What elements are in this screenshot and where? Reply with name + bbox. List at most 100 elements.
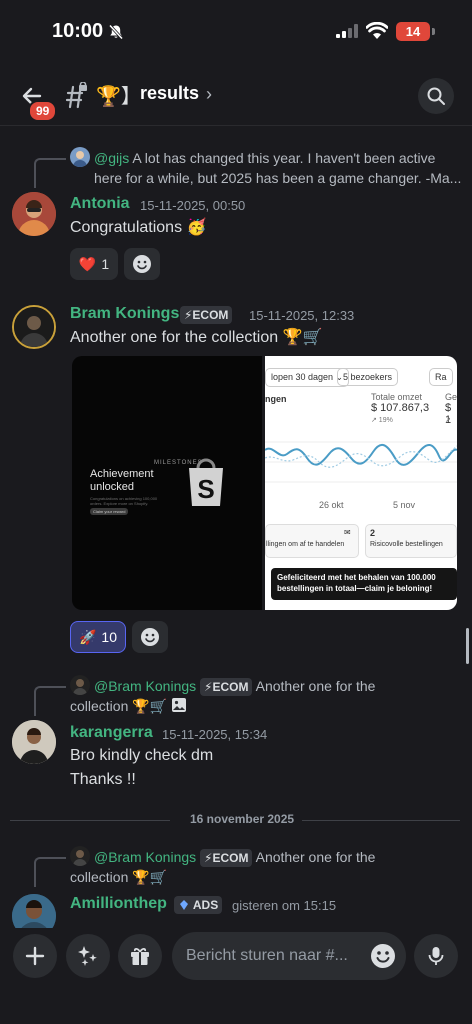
timestamp: 15-11-2025, 00:50: [140, 198, 246, 213]
attachment-button: Claim your reward: [90, 508, 129, 515]
diamond-icon: [180, 900, 188, 910]
reply-connector: [34, 686, 66, 716]
divider-line-left: [10, 820, 170, 821]
reply-preview[interactable]: @gijs A lot has changed this year. I hav…: [94, 148, 464, 188]
message-text: Another one for the collection 🏆🛒: [70, 329, 323, 346]
reply-connector: [34, 857, 66, 887]
chart-date-2: 5 nov: [393, 500, 416, 510]
timestamp: 15-11-2025, 15:34: [162, 727, 268, 742]
reply-preview[interactable]: @Bram Konings ⚡ECOM Another one for the: [94, 676, 464, 696]
username[interactable]: Amillionthep: [70, 895, 167, 913]
chevron-right-icon[interactable]: ›: [206, 84, 212, 105]
congrats-banner: Gefeliciteerd met het behalen van 100.00…: [271, 568, 457, 600]
metric2-delta: ↗: [445, 417, 451, 424]
timestamp: gisteren om 15:15: [232, 898, 337, 913]
message-input[interactable]: [186, 932, 358, 980]
reply-connector: [34, 158, 66, 188]
dashboard-section: ngen: [265, 394, 287, 404]
date-divider: 16 november 2025: [10, 812, 460, 828]
reply-snippet: Another one for the: [255, 849, 376, 865]
signal-icon: [336, 24, 358, 43]
reply-username: @gijs: [94, 150, 130, 166]
role-tag[interactable]: ⚡ECOM: [180, 306, 233, 324]
channel-header: 99 🏆】 results ›: [0, 70, 472, 126]
reaction-heart[interactable]: ❤️ 1: [70, 248, 118, 280]
divider-date: 16 november 2025: [190, 812, 295, 826]
metric2-label: Ge: [445, 392, 457, 402]
username[interactable]: Bram Konings: [70, 305, 179, 323]
composer: [0, 928, 472, 1024]
orders-text: llingen om af te handelen: [266, 541, 345, 548]
reply-preview-line2: collection 🏆🛒: [70, 696, 187, 716]
message-text: Congratulations 🥳: [70, 219, 207, 236]
gift-icon: [131, 947, 149, 965]
reply-preview[interactable]: @Bram Konings ⚡ECOM Another one for the: [94, 847, 464, 867]
reply-role-tag: ⚡ECOM: [200, 678, 253, 696]
avatar[interactable]: [12, 720, 56, 764]
inbox-icon: ✉: [344, 528, 351, 537]
message-feed[interactable]: @gijs A lot has changed this year. I hav…: [0, 128, 472, 928]
timestamp: 15-11-2025, 12:33: [249, 308, 355, 323]
avatar[interactable]: [12, 305, 56, 349]
shopify-bag-icon: S: [184, 454, 228, 513]
wifi-icon: [365, 21, 389, 44]
dashboard-corner-label: Ra: [429, 368, 453, 386]
risk-card: 2 Risicovolle bestellingen: [365, 524, 457, 558]
unread-badge: 99: [28, 100, 58, 122]
channel-emoji: 🏆】: [96, 86, 141, 108]
locked-channel-icon: [62, 81, 90, 115]
heart-emoji: ❤️: [78, 255, 97, 272]
smiley-icon: [141, 628, 159, 646]
orders-card: llingen om af te handelen ✉: [265, 524, 359, 558]
add-reaction-button[interactable]: [124, 248, 160, 280]
reply-avatar: [70, 675, 90, 695]
sales-line-chart: [265, 441, 457, 483]
avatar[interactable]: [12, 192, 56, 236]
smiley-icon: [133, 255, 151, 273]
attachment-image-achievement[interactable]: MILESTONES Achievement unlocked Congratu…: [72, 356, 262, 610]
role-tag-label: ADS: [192, 898, 219, 912]
voice-message-button[interactable]: [414, 934, 458, 978]
message-text: Bro kindly check dm: [70, 747, 214, 764]
attachment-body: Congratulations on achieving 100,000 ord…: [90, 496, 158, 506]
reply-preview-line2: collection 🏆🛒: [70, 867, 167, 887]
sparkles-icon: [78, 946, 97, 966]
reply-snippet: A lot has changed this year. I haven't b…: [94, 150, 462, 186]
apps-button[interactable]: [66, 934, 110, 978]
rocket-emoji: 🚀: [78, 628, 97, 645]
status-time: 10:00: [52, 20, 104, 42]
gift-button[interactable]: [118, 934, 162, 978]
avatar[interactable]: [12, 894, 56, 928]
metric-delta: ↗ 19%: [371, 417, 393, 424]
smiley-icon: [371, 944, 395, 968]
message-input-container[interactable]: [172, 932, 406, 980]
username[interactable]: Antonia: [70, 195, 130, 213]
battery-indicator: 14: [396, 22, 430, 41]
divider-line-right: [302, 820, 460, 821]
status-bar: 10:00 14: [0, 0, 472, 60]
risk-text: Risicovolle bestellingen: [370, 541, 443, 548]
message-text: Thanks !!: [70, 771, 136, 788]
reply-username: @Bram Konings: [94, 849, 197, 865]
search-button[interactable]: [418, 78, 454, 114]
role-tag[interactable]: ADS: [174, 896, 223, 914]
emoji-button[interactable]: [369, 942, 397, 970]
bell-off-icon: [108, 24, 124, 45]
reply-snippet-2: collection 🏆🛒: [70, 869, 168, 885]
add-button[interactable]: [13, 934, 57, 978]
reply-username: @Bram Konings: [94, 678, 197, 694]
scrollbar[interactable]: [466, 628, 469, 664]
chart-date-1: 26 okt: [319, 500, 344, 510]
reply-role-tag: ⚡ECOM: [200, 849, 253, 867]
metric-label: Totale omzet: [371, 392, 423, 402]
add-reaction-button[interactable]: [132, 621, 168, 653]
channel-name[interactable]: results: [140, 83, 199, 104]
attachment-image-dashboard[interactable]: lopen 30 dagen ⌄ 5 bezoekers Ra ngen Tot…: [265, 356, 457, 610]
dashboard-visitors: 5 bezoekers: [337, 368, 399, 386]
reply-snippet: Another one for the: [255, 678, 376, 694]
image-attachments: MILESTONES Achievement unlocked Congratu…: [72, 356, 457, 610]
username[interactable]: karangerra: [70, 724, 153, 742]
reaction-rocket[interactable]: 🚀 10: [70, 621, 126, 653]
svg-text:S: S: [197, 474, 214, 504]
reply-snippet-2: collection 🏆🛒: [70, 698, 168, 714]
